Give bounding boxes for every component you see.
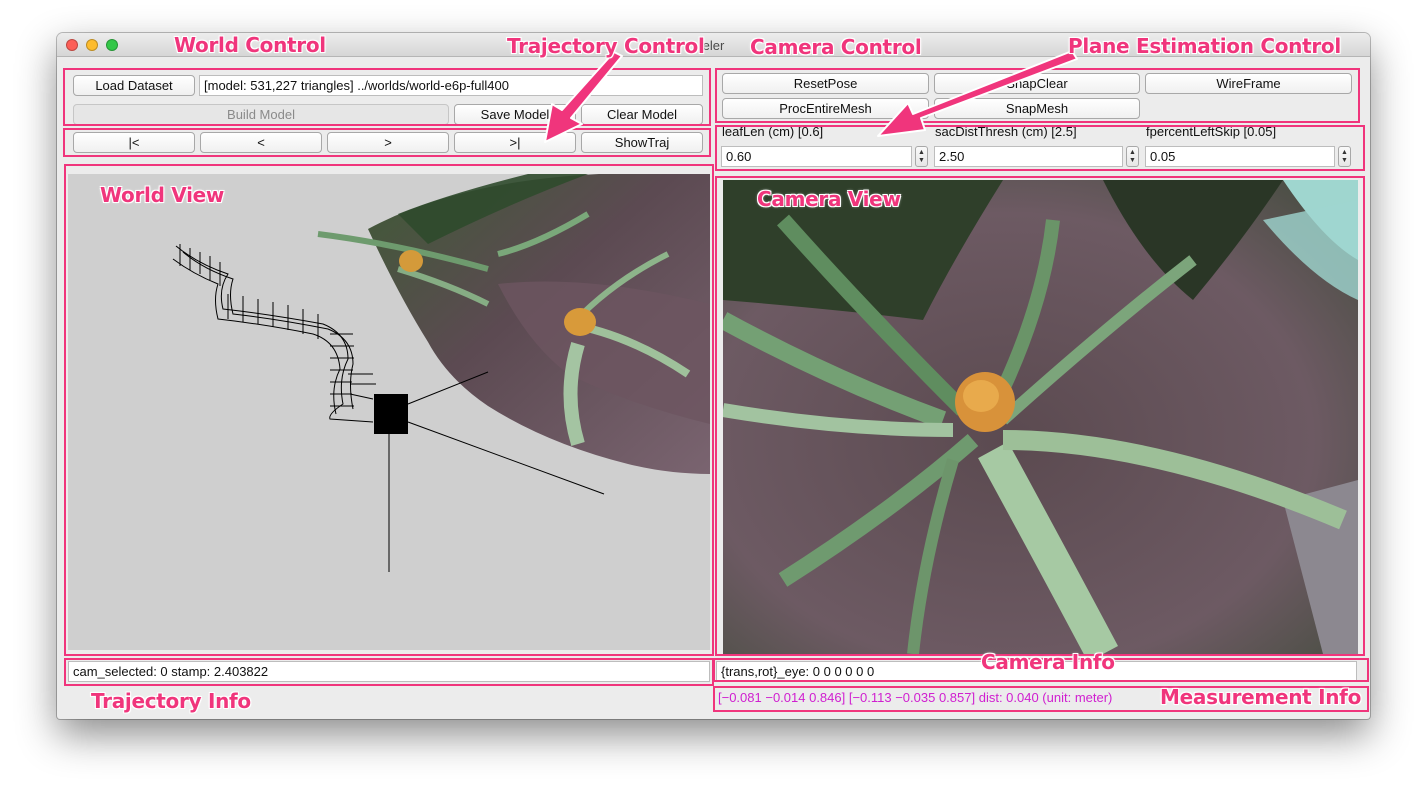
last-frame-button[interactable]: >| [454, 132, 576, 153]
save-model-button[interactable]: Save Model [454, 104, 576, 125]
sacdist-label: sacDistThresh (cm) [2.5] [935, 124, 1077, 139]
snap-clear-button[interactable]: SnapClear [934, 73, 1140, 94]
fpercent-stepper-icon[interactable]: ▲ ▼ [1338, 146, 1351, 167]
fpercent-input[interactable]: 0.05 [1145, 146, 1335, 167]
prev-frame-button[interactable]: < [200, 132, 322, 153]
camera-view-render [723, 180, 1358, 654]
load-dataset-button[interactable]: Load Dataset [73, 75, 195, 96]
trajectory-control-annotation: Trajectory Control [507, 34, 705, 58]
leaflen-input[interactable]: 0.60 [721, 146, 912, 167]
reset-pose-button[interactable]: ResetPose [722, 73, 929, 94]
plane-estimation-annotation: Plane Estimation Control [1068, 34, 1341, 58]
sacdist-stepper-icon[interactable]: ▲ ▼ [1126, 146, 1139, 167]
build-model-button[interactable]: Build Model [73, 104, 449, 125]
leaflen-stepper-icon[interactable]: ▲ ▼ [915, 146, 928, 167]
world-control-annotation: World Control [174, 33, 326, 57]
snap-mesh-button[interactable]: SnapMesh [934, 98, 1140, 119]
clear-model-button[interactable]: Clear Model [581, 104, 703, 125]
dataset-path-field[interactable]: [model: 531,227 triangles] ../worlds/wor… [199, 75, 703, 96]
trajectory-info-annotation: Trajectory Info [91, 689, 251, 713]
proc-entire-mesh-button[interactable]: ProcEntireMesh [722, 98, 929, 119]
camera-view-canvas[interactable] [723, 180, 1358, 654]
wireframe-button[interactable]: WireFrame [1145, 73, 1352, 94]
camera-info-annotation: Camera Info [981, 650, 1115, 674]
camera-control-annotation: Camera Control [750, 35, 922, 59]
sacdist-input[interactable]: 2.50 [934, 146, 1123, 167]
first-frame-button[interactable]: |< [73, 132, 195, 153]
world-view-canvas[interactable] [68, 174, 710, 650]
world-view-render [172, 174, 710, 572]
measurement-info-text: [−0.081 −0.014 0.846] [−0.113 −0.035 0.8… [718, 690, 1113, 705]
leaflen-label: leafLen (cm) [0.6] [722, 124, 824, 139]
trajectory-info-field: cam_selected: 0 stamp: 2.403822 [68, 661, 710, 682]
next-frame-button[interactable]: > [327, 132, 449, 153]
show-traj-button[interactable]: ShowTraj [581, 132, 703, 153]
camera-view-annotation: Camera View [757, 187, 901, 211]
world-view-annotation: World View [100, 183, 225, 207]
fpercent-label: fpercentLeftSkip [0.05] [1146, 124, 1277, 139]
measurement-info-annotation: Measurement Info [1160, 685, 1362, 709]
